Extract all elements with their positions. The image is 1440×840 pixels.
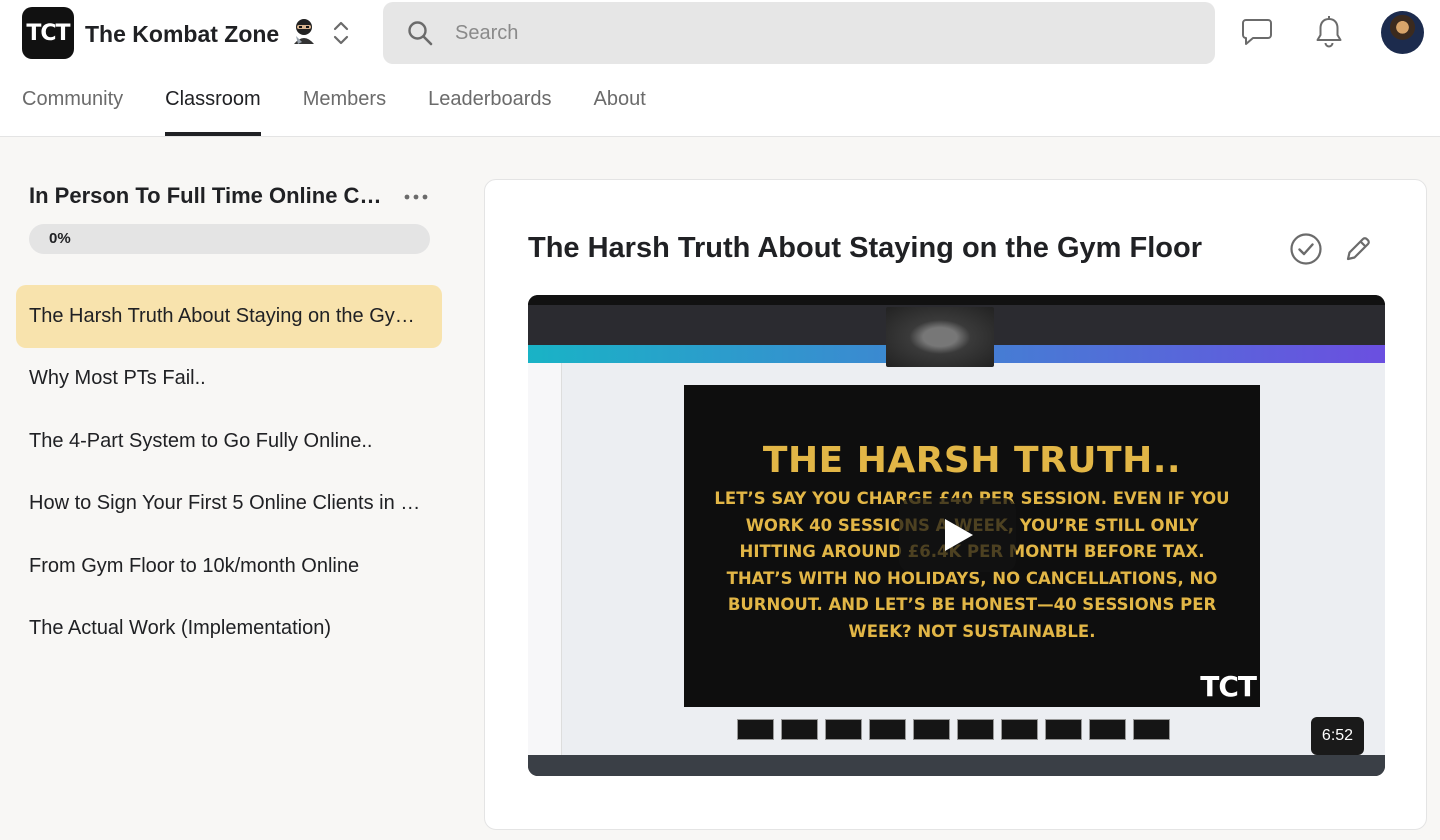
video-player[interactable]: THE HARSH TRUTH.. LET’S SAY YOU CHARGE £… (528, 295, 1385, 776)
slide-heading: THE HARSH TRUTH.. (762, 440, 1182, 481)
lesson-item[interactable]: Why Most PTs Fail.. (16, 348, 442, 411)
mark-complete-button[interactable] (1288, 231, 1324, 267)
pencil-icon (1346, 237, 1370, 261)
slide-thumbnail (869, 719, 906, 740)
chat-bubble-icon (1242, 19, 1272, 45)
video-screen-sidebar (528, 363, 562, 755)
slide-thumbnail (737, 719, 774, 740)
slide-thumbnail (1089, 719, 1126, 740)
lesson-item[interactable]: The Harsh Truth About Staying on the Gym… (16, 285, 442, 348)
tab-about[interactable]: About (594, 84, 646, 136)
check-circle-icon (1290, 233, 1322, 265)
tab-members[interactable]: Members (303, 84, 386, 136)
chevron-up-down-icon (333, 21, 349, 45)
notifications-button[interactable] (1311, 14, 1347, 50)
video-webcam-overlay (886, 307, 994, 367)
search-bar[interactable] (383, 2, 1215, 64)
chat-button[interactable] (1239, 14, 1275, 50)
lesson-item[interactable]: How to Sign Your First 5 Online Clients … (16, 473, 442, 536)
user-avatar[interactable] (1381, 11, 1424, 54)
play-icon (944, 519, 973, 551)
progress-label: 0% (49, 230, 71, 247)
lesson-item[interactable]: The Actual Work (Implementation) (16, 598, 442, 661)
ninja-emoji-icon (292, 18, 316, 50)
lesson-list: The Harsh Truth About Staying on the Gym… (16, 285, 442, 660)
bell-icon (1316, 16, 1342, 48)
course-options-button[interactable] (403, 186, 429, 208)
lesson-item[interactable]: From Gym Floor to 10k/month Online (16, 535, 442, 598)
tab-classroom[interactable]: Classroom (165, 84, 261, 136)
video-duration-badge: 6:52 (1311, 717, 1364, 755)
more-horizontal-icon (404, 194, 428, 200)
community-switcher-button[interactable] (328, 16, 354, 50)
tab-leaderboards[interactable]: Leaderboards (428, 84, 551, 136)
edit-lesson-button[interactable] (1340, 231, 1376, 267)
slide-thumbnail (1001, 719, 1038, 740)
community-name[interactable]: The Kombat Zone (85, 18, 316, 50)
course-title: In Person To Full Time Online Coaching (29, 183, 394, 208)
slide-thumbnail (913, 719, 950, 740)
search-input[interactable] (455, 21, 1155, 45)
nav-tabs: Community Classroom Members Leaderboards… (22, 84, 688, 136)
play-button[interactable] (899, 498, 1016, 572)
video-slide-thumbnails (737, 719, 1170, 740)
slide-logo: TCT (1200, 670, 1257, 703)
tab-community[interactable]: Community (22, 84, 123, 136)
slide-thumbnail (1133, 719, 1170, 740)
top-header: TCT The Kombat Zone Search Community Cla… (0, 0, 1440, 137)
video-screen-dock (528, 755, 1385, 776)
course-progress-bar: 0% (29, 224, 430, 254)
slide-thumbnail (957, 719, 994, 740)
lesson-title: The Harsh Truth About Staying on the Gym… (528, 232, 1202, 264)
slide-thumbnail (781, 719, 818, 740)
lesson-content-card: The Harsh Truth About Staying on the Gym… (484, 179, 1427, 830)
community-logo[interactable]: TCT (22, 7, 74, 59)
video-screen-menubar (528, 295, 1385, 305)
lesson-item[interactable]: The 4-Part System to Go Fully Online.. (16, 410, 442, 473)
search-icon (405, 18, 435, 48)
slide-thumbnail (1045, 719, 1082, 740)
slide-thumbnail (825, 719, 862, 740)
